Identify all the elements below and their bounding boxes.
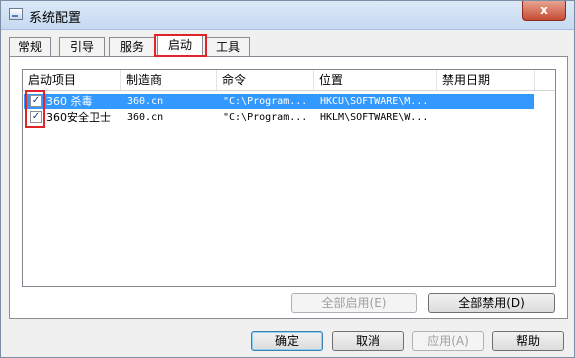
startup-item-name: 360安全卫士 bbox=[46, 111, 111, 124]
enable-all-button[interactable]: 全部启用(E) bbox=[291, 293, 417, 313]
command-cell: "C:\Program... bbox=[223, 112, 308, 123]
tab-services[interactable]: 服务 bbox=[109, 37, 155, 56]
manufacturer-cell: 360.cn bbox=[127, 96, 164, 107]
location-cell: HKCU\SOFTWARE\M... bbox=[320, 96, 429, 107]
disabled-date-cell bbox=[443, 110, 533, 125]
tab-startup[interactable]: 启动 bbox=[157, 35, 203, 57]
column-header-command[interactable]: 命令 bbox=[217, 70, 314, 90]
startup-list[interactable]: 启动项目 制造商 命令 位置 禁用日期 ✓ 360 杀毒 360.cn "C:\… bbox=[22, 69, 556, 287]
column-header-manufacturer[interactable]: 制造商 bbox=[121, 70, 217, 90]
ok-button[interactable]: 确定 bbox=[251, 331, 323, 351]
column-header-disabled-date[interactable]: 禁用日期 bbox=[437, 70, 535, 90]
cancel-button[interactable]: 取消 bbox=[332, 331, 404, 351]
apply-button[interactable]: 应用(A) bbox=[412, 331, 484, 351]
tab-boot[interactable]: 引导 bbox=[59, 37, 105, 56]
column-header-location[interactable]: 位置 bbox=[314, 70, 437, 90]
startup-checkbox[interactable]: ✓ bbox=[30, 95, 42, 107]
column-header-startup-item[interactable]: 启动项目 bbox=[23, 70, 121, 90]
list-header: 启动项目 制造商 命令 位置 禁用日期 bbox=[23, 70, 555, 91]
startup-checkbox[interactable]: ✓ bbox=[30, 111, 42, 123]
disable-all-button[interactable]: 全部禁用(D) bbox=[428, 293, 555, 313]
location-cell: HKLM\SOFTWARE\W... bbox=[320, 112, 429, 123]
window-title: 系统配置 bbox=[29, 11, 82, 26]
manufacturer-cell: 360.cn bbox=[127, 112, 164, 123]
system-config-window: 系统配置 x 常规 引导 服务 启动 工具 启动项目 制造商 命令 位置 禁用日… bbox=[0, 0, 575, 358]
help-button[interactable]: 帮助 bbox=[492, 331, 564, 351]
startup-item-name: 360 杀毒 bbox=[46, 95, 93, 108]
tab-tools[interactable]: 工具 bbox=[206, 37, 250, 56]
close-button[interactable]: x bbox=[522, 1, 566, 21]
title-bar: 系统配置 x bbox=[1, 1, 574, 30]
tab-general[interactable]: 常规 bbox=[9, 37, 51, 56]
list-row[interactable]: ✓ 360安全卫士 360.cn "C:\Program... HKLM\SOF… bbox=[24, 110, 534, 125]
command-cell: "C:\Program... bbox=[223, 96, 308, 107]
system-config-icon bbox=[9, 8, 23, 20]
disabled-date-cell bbox=[443, 94, 533, 109]
list-row[interactable]: ✓ 360 杀毒 360.cn "C:\Program... HKCU\SOFT… bbox=[24, 94, 534, 109]
